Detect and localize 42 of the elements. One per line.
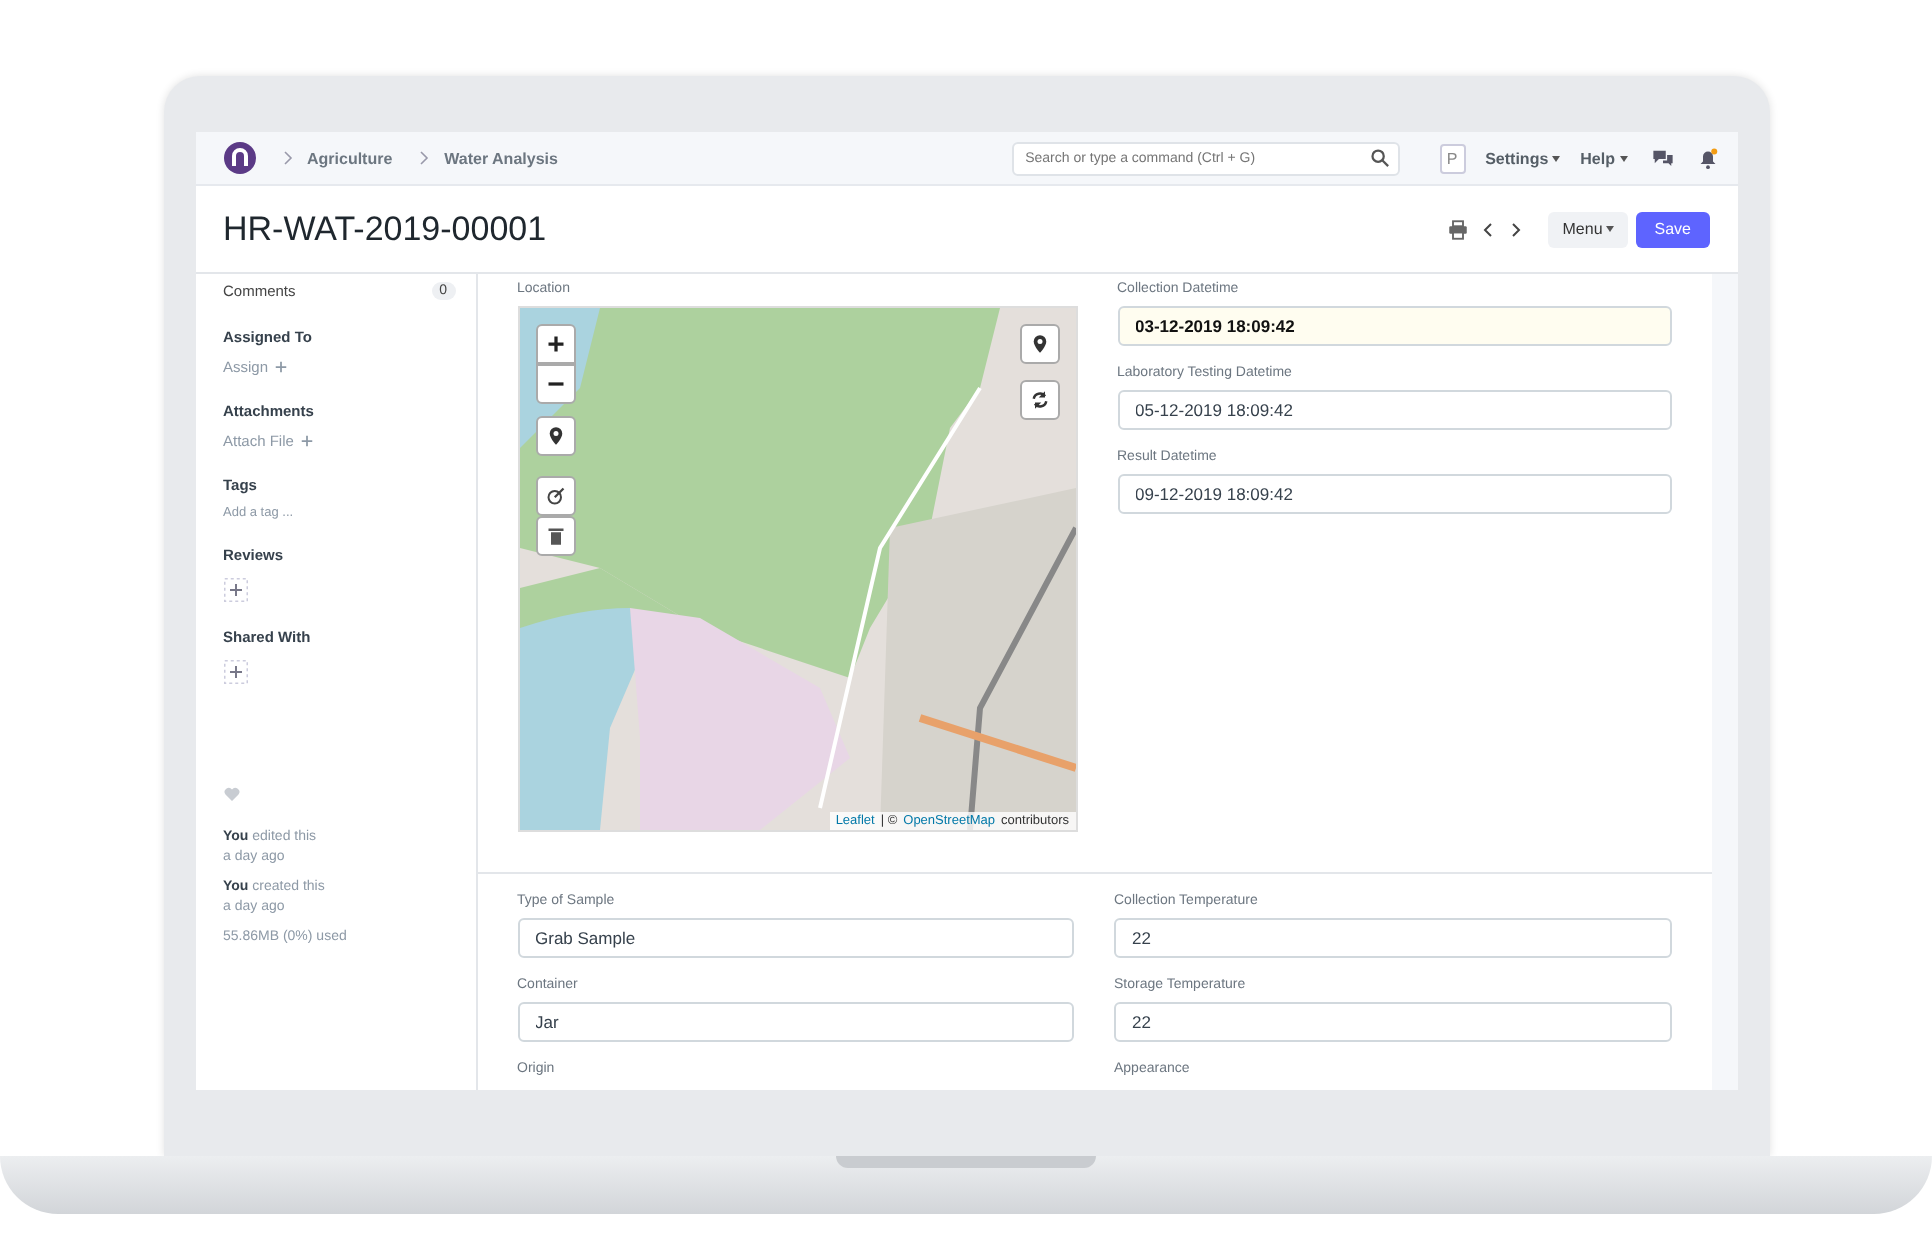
marker-button[interactable] bbox=[1019, 324, 1059, 364]
nav-menu[interactable]: Help bbox=[1580, 149, 1627, 167]
avatar[interactable]: P bbox=[1439, 143, 1466, 173]
input-field[interactable]: Grab Sample bbox=[517, 918, 1074, 958]
search-icon bbox=[1369, 148, 1390, 168]
add-icon bbox=[223, 660, 247, 684]
input-field[interactable]: 22 bbox=[1114, 1002, 1671, 1042]
map-pin-icon bbox=[1029, 334, 1049, 354]
heart-icon bbox=[223, 786, 239, 802]
menu-button[interactable]: Menu bbox=[1548, 211, 1629, 247]
chat-icon bbox=[1651, 147, 1673, 169]
save-button[interactable]: Save bbox=[1636, 211, 1709, 247]
nav-menu[interactable]: Settings bbox=[1485, 149, 1561, 167]
edit-button[interactable] bbox=[535, 476, 575, 516]
locate-button[interactable] bbox=[535, 416, 575, 456]
edit-icon bbox=[545, 486, 565, 506]
map-pin-icon bbox=[545, 426, 565, 446]
print-icon bbox=[1448, 219, 1469, 239]
input-field[interactable]: 05-12-2019 18:09:42 bbox=[1117, 390, 1671, 430]
chevron-icon bbox=[416, 148, 433, 168]
breadcrumb-link[interactable]: Water Analysis bbox=[444, 149, 558, 167]
logo-icon bbox=[223, 142, 255, 174]
next-icon bbox=[1508, 219, 1525, 239]
previous-icon bbox=[1480, 219, 1497, 239]
zoom-in-button[interactable] bbox=[535, 324, 575, 364]
input-field[interactable]: 22 bbox=[1114, 918, 1671, 958]
trash-icon bbox=[545, 526, 565, 546]
breadcrumb-link[interactable]: Agriculture bbox=[307, 149, 393, 167]
zoom-out-button[interactable] bbox=[535, 364, 575, 404]
plus-icon bbox=[545, 334, 565, 354]
plus-icon bbox=[274, 360, 289, 374]
refresh-icon bbox=[1029, 390, 1049, 410]
chevron-icon bbox=[279, 148, 295, 168]
refresh-button[interactable] bbox=[1019, 380, 1059, 420]
input-field[interactable]: 09-12-2019 18:09:42 bbox=[1117, 474, 1671, 514]
delete-button[interactable] bbox=[535, 516, 575, 556]
input-field[interactable]: Jar bbox=[517, 1002, 1074, 1042]
add-icon bbox=[223, 578, 247, 602]
bell-icon bbox=[1697, 147, 1717, 169]
input-field[interactable]: 03-12-2019 18:09:42 bbox=[1117, 306, 1671, 346]
page-title: HR-WAT-2019-00001 bbox=[223, 209, 547, 249]
plus-icon bbox=[299, 434, 314, 448]
